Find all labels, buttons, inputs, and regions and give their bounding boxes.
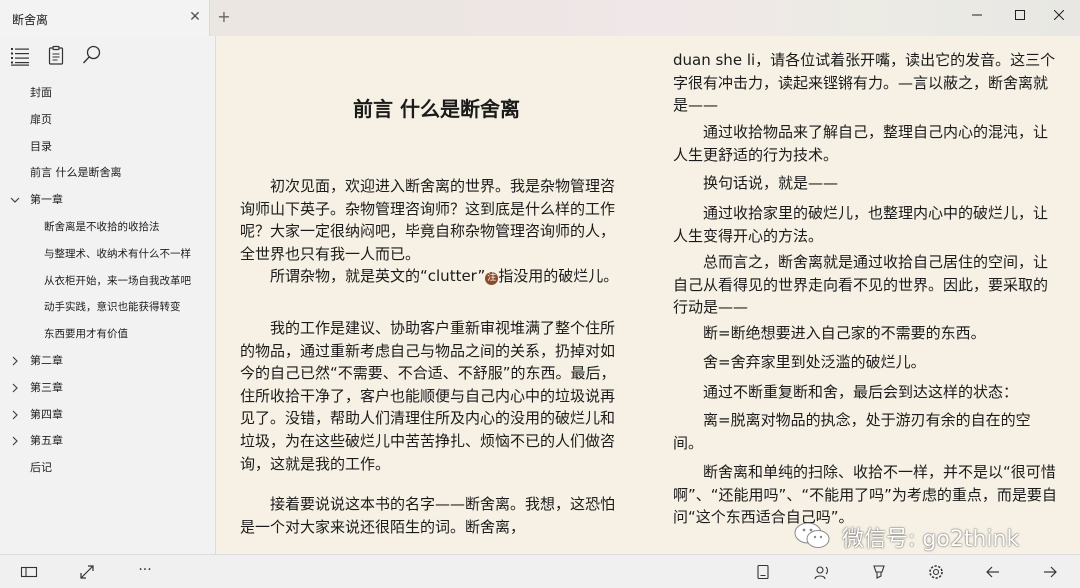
search-button[interactable] — [81, 44, 103, 66]
more-button[interactable]: ··· — [133, 562, 157, 582]
highlight-button[interactable] — [869, 562, 889, 582]
paragraph: 舍=舍弃家里到处泛滥的破烂儿。 — [703, 353, 926, 371]
paragraph: 接着要说说这本书的名字——断舍离。我想，这恐怕是一个对大家来说还很陌生的词。断舍… — [240, 495, 616, 536]
toc-item-contents[interactable]: 目录 — [0, 134, 216, 161]
toc-item-chapter-5[interactable]: 第五章 — [0, 428, 216, 455]
paragraph: 我的工作是建议、协助客户重新审视堆满了整个住所的物品，通过重新考虑自己与物品之间… — [240, 319, 616, 473]
toc-item-label: 扉页 — [30, 112, 52, 126]
paragraph: 断舍离和单纯的扫除、收拾不一样，并不是以“很可惜啊”、“还能用吗”、“不能用了吗… — [673, 463, 1057, 527]
toc-item-label: 后记 — [30, 461, 52, 475]
toc-item-afterword[interactable]: 后记 — [0, 455, 216, 482]
tab-title: 断舍离 — [12, 13, 49, 27]
fullscreen-button[interactable] — [77, 562, 97, 582]
toc-item-label: 第五章 — [30, 434, 63, 448]
toc-item-label: 东西要用才有价值 — [44, 328, 128, 341]
footnote-marker[interactable]: 注 — [485, 272, 499, 285]
toc-subitem[interactable]: 东西要用才有价值 — [0, 321, 216, 348]
new-tab-button[interactable]: + — [214, 7, 234, 27]
settings-button[interactable] — [926, 562, 946, 582]
arrow-right-icon — [1044, 566, 1057, 578]
toc-item-label: 与整理术、收纳术有什么不一样 — [44, 247, 191, 260]
read-aloud-button[interactable] — [812, 562, 832, 582]
toc-item-preface[interactable]: 前言 什么是断舍离 — [0, 160, 216, 187]
toc-item-cover[interactable]: 封面 — [0, 80, 216, 107]
read-aloud-icon — [814, 566, 828, 580]
toc-item-label: 动手实践，意识也能获得转变 — [44, 301, 181, 314]
chevron-right-icon[interactable] — [8, 402, 22, 429]
toc-button[interactable] — [9, 44, 31, 66]
paragraph: 通过收拾家里的破烂儿，也整理内心中的破烂儿，让人生变得开心的方法。 — [673, 204, 1049, 245]
toc-item-label: 断舍离是不收拾的收拾法 — [44, 220, 160, 233]
toc-item-label: 前言 什么是断舍离 — [30, 166, 122, 180]
watermark: 微信号: go2think — [792, 520, 1052, 552]
bottom-toolbar: ··· — [0, 554, 1080, 588]
maximize-button[interactable] — [999, 0, 1041, 28]
toc-item-chapter-2[interactable]: 第二章 — [0, 348, 216, 375]
panel-icon — [20, 566, 38, 578]
minimize-icon — [972, 14, 982, 15]
toc-item-label: 目录 — [30, 139, 52, 153]
paragraph: 总而言之，断舍离就是通过收拾自己居住的空间，让自己从看得见的世界走向看不见的世界… — [673, 253, 1049, 317]
toc-item-chapter-4[interactable]: 第四章 — [0, 402, 216, 429]
toc-item-label: 第一章 — [30, 193, 63, 207]
toc-item-chapter-3[interactable]: 第三章 — [0, 375, 216, 402]
chevron-right-icon[interactable] — [8, 348, 22, 375]
toc-item-label: 第二章 — [30, 353, 63, 367]
bookmark-button[interactable] — [753, 562, 773, 582]
sidebar-toolbar — [0, 36, 216, 74]
title-bar: 断舍离 ✕ + — [0, 0, 1080, 36]
paragraph: 初次见面，欢迎进入断舍离的世界。我是杂物管理咨询师山下英子。杂物管理咨询师？这到… — [240, 177, 616, 263]
highlighter-icon — [873, 565, 885, 579]
toc-subitem[interactable]: 从衣柜开始，来一场自我改革吧 — [0, 268, 216, 295]
list-icon — [11, 48, 29, 66]
paragraph: 离=脱离对物品的执念，处于游刃有余的自在的空间。 — [673, 411, 1031, 452]
book-icon — [757, 564, 769, 580]
paragraph: 断=断绝想要进入自己家的不需要的东西。 — [703, 324, 986, 342]
paragraph-text: 所谓杂物，就是英文的“clutter” — [270, 267, 486, 285]
search-icon — [82, 45, 101, 64]
paragraph-continuation: duan she li，请各位试着张开嘴，读出它的发音。这三个字很有冲击力，读起… — [673, 51, 1056, 115]
reading-page[interactable]: 前言 什么是断舍离 初次见面，欢迎进入断舍离的世界。我是杂物管理咨询师山下英子。… — [217, 36, 1080, 554]
minimize-button[interactable] — [956, 0, 998, 28]
chevron-down-icon[interactable] — [8, 187, 22, 214]
close-window-button[interactable] — [1038, 0, 1080, 28]
paragraph: 通过不断重复断和舍，最后会到达这样的状态： — [703, 383, 1019, 401]
maximize-icon — [1015, 9, 1025, 20]
next-page-button[interactable] — [1040, 562, 1060, 582]
toc-subitem[interactable]: 动手实践，意识也能获得转变 — [0, 294, 216, 321]
toc-item-chapter-1[interactable]: 第一章 — [0, 187, 216, 214]
paragraph-clutter: 所谓杂物，就是英文的“clutter” 注指没用的破烂儿。 — [240, 265, 624, 288]
wechat-logo-icon — [794, 522, 830, 548]
watermark-text: 微信号: go2think — [842, 527, 1020, 552]
chapter-title: 前言 什么是断舍离 — [353, 97, 520, 121]
toc-item-label: 封面 — [30, 86, 52, 99]
notes-button[interactable] — [45, 44, 67, 66]
clipboard-icon — [48, 45, 64, 65]
toc-item-title-page[interactable]: 扉页 — [0, 107, 216, 134]
sidebar: 封面 扉页 目录 前言 什么是断舍离 第一章 断舍离是不收拾的收拾法 与整理术、… — [0, 36, 216, 554]
toc-subitem[interactable]: 与整理术、收纳术有什么不一样 — [0, 241, 216, 268]
previous-page-button[interactable] — [983, 562, 1003, 582]
chevron-right-icon[interactable] — [8, 428, 22, 455]
expand-icon — [80, 565, 94, 579]
arrow-left-icon — [986, 566, 999, 578]
toc-item-label: 第四章 — [30, 407, 63, 421]
close-icon — [1053, 9, 1065, 20]
gear-icon — [929, 565, 943, 579]
toggle-sidebar-button[interactable] — [19, 562, 39, 582]
paragraph-text: 指没用的破烂儿。 — [498, 267, 619, 285]
table-of-contents: 封面 扉页 目录 前言 什么是断舍离 第一章 断舍离是不收拾的收拾法 与整理术、… — [0, 80, 216, 482]
tab-book[interactable]: 断舍离 ✕ — [0, 0, 210, 36]
paragraph: 换句话说，就是—— — [703, 174, 839, 192]
toc-item-label: 第三章 — [30, 380, 63, 394]
tab-close-icon[interactable]: ✕ — [186, 8, 204, 26]
chevron-right-icon[interactable] — [8, 375, 22, 402]
toc-item-label: 从衣柜开始，来一场自我改革吧 — [44, 274, 191, 287]
toc-subitem[interactable]: 断舍离是不收拾的收拾法 — [0, 214, 216, 241]
paragraph: 通过收拾物品来了解自己，整理自己内心的混沌，让人生更舒适的行为技术。 — [673, 123, 1049, 164]
